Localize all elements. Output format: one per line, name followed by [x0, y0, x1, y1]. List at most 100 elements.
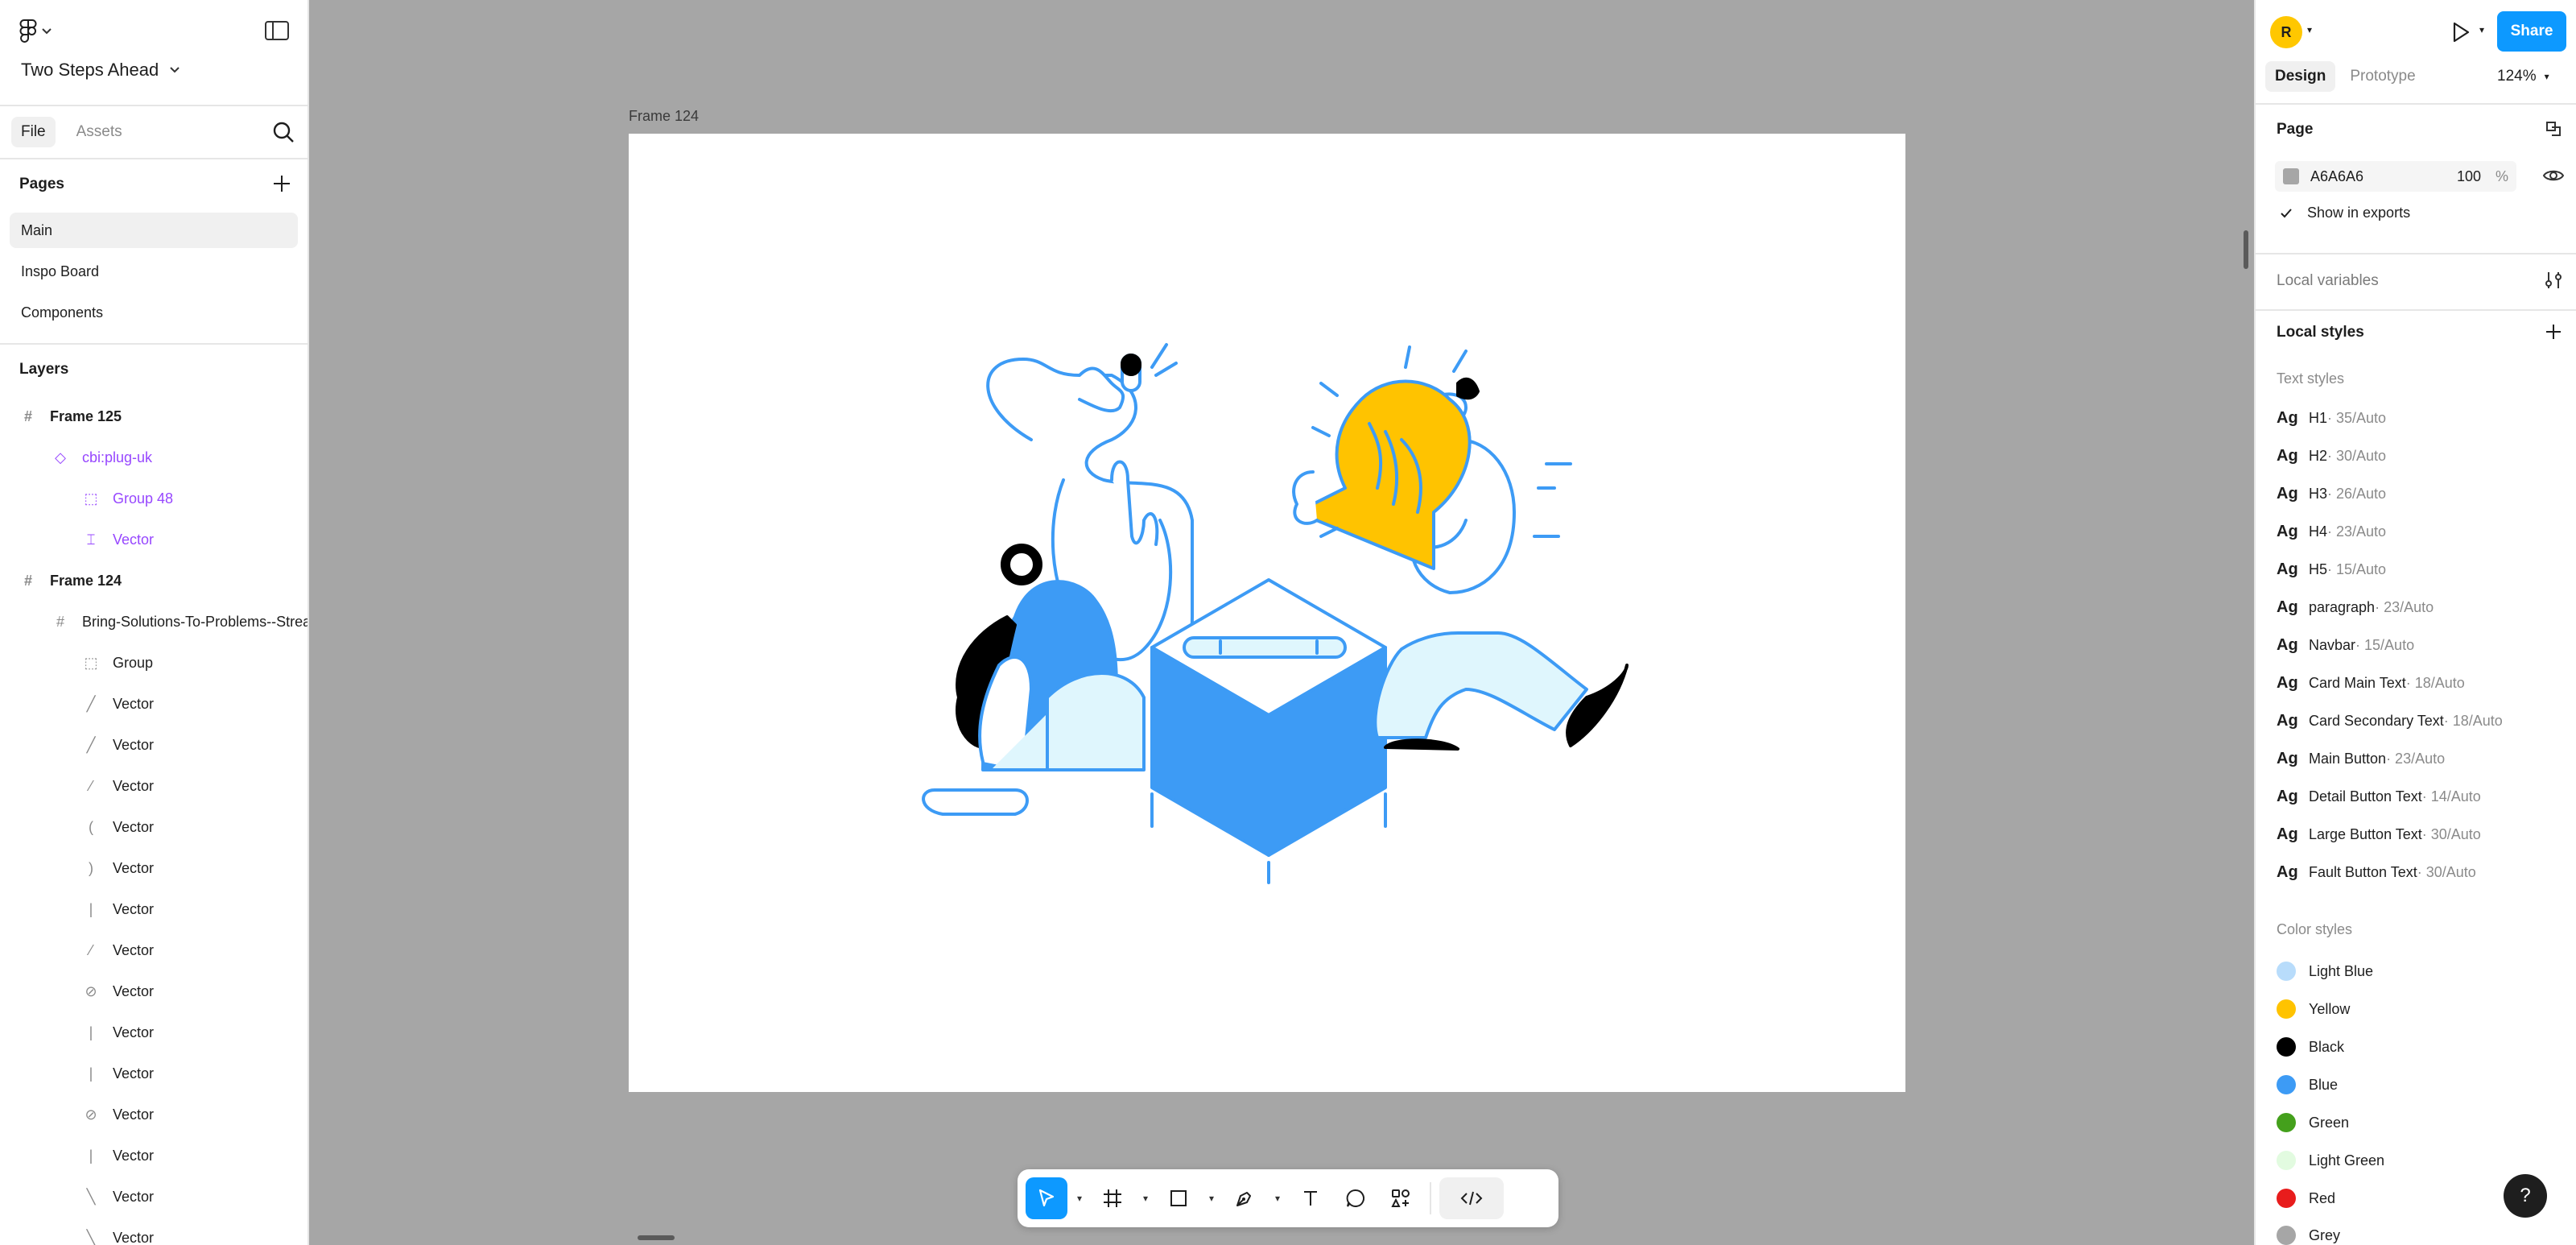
text-style-row[interactable]: Ag Card Main Text · 18/Auto [2277, 674, 2465, 693]
chevron-down-icon[interactable]: ▾ [1203, 1193, 1220, 1204]
color-style-row[interactable]: Green [2277, 1113, 2349, 1132]
tab-prototype[interactable]: Prototype [2340, 61, 2425, 92]
zoom-control[interactable]: 124% ▾ [2497, 68, 2549, 85]
color-style-row[interactable]: Light Green [2277, 1151, 2384, 1170]
layer-row[interactable]: ╲ Vector [82, 1177, 154, 1217]
layer-row[interactable]: ⊘ Vector [82, 1094, 154, 1135]
layer-row[interactable]: | Vector [82, 889, 154, 929]
layer-row[interactable]: | Vector [82, 1012, 154, 1053]
text-style-row[interactable]: Ag H5 · 15/Auto [2277, 560, 2386, 579]
color-style-row[interactable]: Red [2277, 1189, 2335, 1208]
chevron-down-icon[interactable]: ▾ [1137, 1193, 1154, 1204]
text-style-meta: · 23/Auto [2375, 599, 2434, 615]
frame-label[interactable]: Frame 124 [629, 108, 699, 125]
help-button[interactable]: ? [2504, 1174, 2547, 1218]
text-style-row[interactable]: Ag paragraph · 23/Auto [2277, 598, 2434, 617]
styles-icon[interactable] [2542, 118, 2565, 140]
layer-row[interactable]: ⁄ Vector [82, 930, 154, 970]
layer-row[interactable]: ⬚ Group 48 [82, 478, 173, 519]
checkmark-icon[interactable] [2278, 205, 2294, 221]
layer-row[interactable]: | Vector [82, 1053, 154, 1094]
left-panel: Two Steps Ahead File Assets Pages Main I… [0, 0, 309, 1245]
text-style-row[interactable]: Ag H3 · 26/Auto [2277, 485, 2386, 503]
text-style-row[interactable]: Ag Card Secondary Text · 18/Auto [2277, 712, 2503, 730]
layer-label: Frame 125 [50, 407, 122, 424]
layer-row[interactable]: ╱ Vector [82, 684, 154, 724]
layer-row[interactable]: ╲ Vector [82, 1218, 154, 1245]
percent-label: % [2495, 168, 2508, 184]
layer-row[interactable]: ╱ Vector [82, 725, 154, 765]
sitting-person-foot [922, 788, 1029, 816]
layer-row[interactable]: ⌶ Vector [82, 519, 154, 560]
layer-row[interactable]: ⊘ Vector [82, 971, 154, 1011]
layer-row[interactable]: ⬚ Group [82, 643, 153, 683]
text-style-row[interactable]: Ag H1 · 35/Auto [2277, 409, 2386, 428]
chevron-down-icon[interactable]: ▾ [1269, 1193, 1286, 1204]
color-style-row[interactable]: Light Blue [2277, 962, 2373, 981]
text-style-row[interactable]: Ag H4 · 23/Auto [2277, 523, 2386, 541]
frame-tool-button[interactable] [1092, 1177, 1133, 1219]
text-style-row[interactable]: Ag Main Button · 23/Auto [2277, 750, 2445, 768]
layer-row[interactable]: # Bring-Solutions-To-Problems--Streamline… [52, 602, 308, 642]
chevron-down-icon[interactable]: ▾ [1071, 1193, 1088, 1204]
layer-row[interactable]: # Frame 124 [19, 560, 122, 601]
color-style-row[interactable]: Yellow [2277, 999, 2350, 1019]
layer-row[interactable]: # Frame 125 [19, 396, 122, 436]
text-style-row[interactable]: Ag Large Button Text · 30/Auto [2277, 825, 2481, 844]
layer-row[interactable]: ⁄ Vector [82, 766, 154, 806]
text-style-row[interactable]: Ag Detail Button Text · 14/Auto [2277, 788, 2481, 806]
right-person-hair [1456, 377, 1480, 400]
chevron-down-icon[interactable]: ▾ [2479, 24, 2484, 35]
add-style-icon[interactable] [2542, 321, 2565, 343]
search-icon[interactable] [270, 119, 296, 145]
chevron-down-icon[interactable]: ▾ [2307, 24, 2312, 35]
illustration[interactable] [629, 134, 1905, 1092]
page-item-inspo-board[interactable]: Inspo Board [10, 254, 298, 289]
actions-tool-button[interactable] [1380, 1177, 1422, 1219]
share-button[interactable]: Share [2497, 11, 2566, 52]
file-name-button[interactable]: Two Steps Ahead [21, 60, 180, 81]
main-menu-button[interactable] [19, 18, 61, 45]
present-play-icon[interactable] [2446, 18, 2475, 47]
page-item-main[interactable]: Main [10, 213, 298, 248]
vertical-scrollbar[interactable] [2244, 230, 2248, 269]
text-style-glyph: Ag [2277, 825, 2298, 843]
horizontal-scrollbar[interactable] [638, 1235, 675, 1240]
tab-design[interactable]: Design [2265, 61, 2336, 92]
frame-124[interactable] [629, 134, 1905, 1092]
pen-tool-button[interactable] [1224, 1177, 1265, 1219]
text-style-row[interactable]: Ag Navbar · 15/Auto [2277, 636, 2414, 655]
layer-row[interactable]: ) Vector [82, 848, 154, 888]
color-style-row[interactable]: Grey [2277, 1226, 2340, 1245]
text-style-row[interactable]: Ag H2 · 30/Auto [2277, 447, 2386, 465]
background-opacity[interactable]: 100 [2457, 168, 2481, 185]
layer-row[interactable]: ◇ cbi:plug-uk [52, 437, 152, 478]
color-style-name: Yellow [2309, 1000, 2351, 1017]
local-variables-title[interactable]: Local variables [2277, 272, 2379, 290]
page-background-field[interactable]: A6A6A6 100 % [2275, 161, 2516, 192]
tab-file[interactable]: File [11, 117, 56, 147]
sidebar-toggle-icon[interactable] [264, 19, 290, 42]
left-hand-bulb [1292, 470, 1319, 525]
avatar[interactable]: R [2270, 16, 2302, 48]
color-style-row[interactable]: Blue [2277, 1075, 2338, 1094]
rectangle-tool-button[interactable] [1158, 1177, 1199, 1219]
layer-row[interactable]: | Vector [82, 1135, 154, 1176]
background-hex[interactable]: A6A6A6 [2310, 168, 2363, 185]
dev-mode-toggle[interactable] [1439, 1177, 1504, 1219]
show-in-exports-row[interactable]: Show in exports [2278, 205, 2410, 221]
text-tool-button[interactable] [1290, 1177, 1331, 1219]
background-swatch[interactable] [2283, 168, 2299, 184]
comment-tool-button[interactable] [1335, 1177, 1377, 1219]
eye-icon[interactable] [2542, 166, 2565, 185]
tab-assets[interactable]: Assets [67, 117, 132, 147]
layer-row[interactable]: (Vector [82, 807, 154, 847]
color-style-row[interactable]: Black [2277, 1037, 2344, 1057]
move-tool-button[interactable] [1026, 1177, 1067, 1219]
page-item-components[interactable]: Components [10, 295, 298, 330]
variables-settings-icon[interactable] [2542, 269, 2565, 292]
toolbar-divider [1430, 1182, 1431, 1214]
add-page-icon[interactable] [270, 172, 293, 195]
canvas[interactable]: Frame 124 ▾ ▾ ▾ ▾ [311, 0, 2254, 1245]
text-style-row[interactable]: Ag Fault Button Text · 30/Auto [2277, 863, 2476, 882]
